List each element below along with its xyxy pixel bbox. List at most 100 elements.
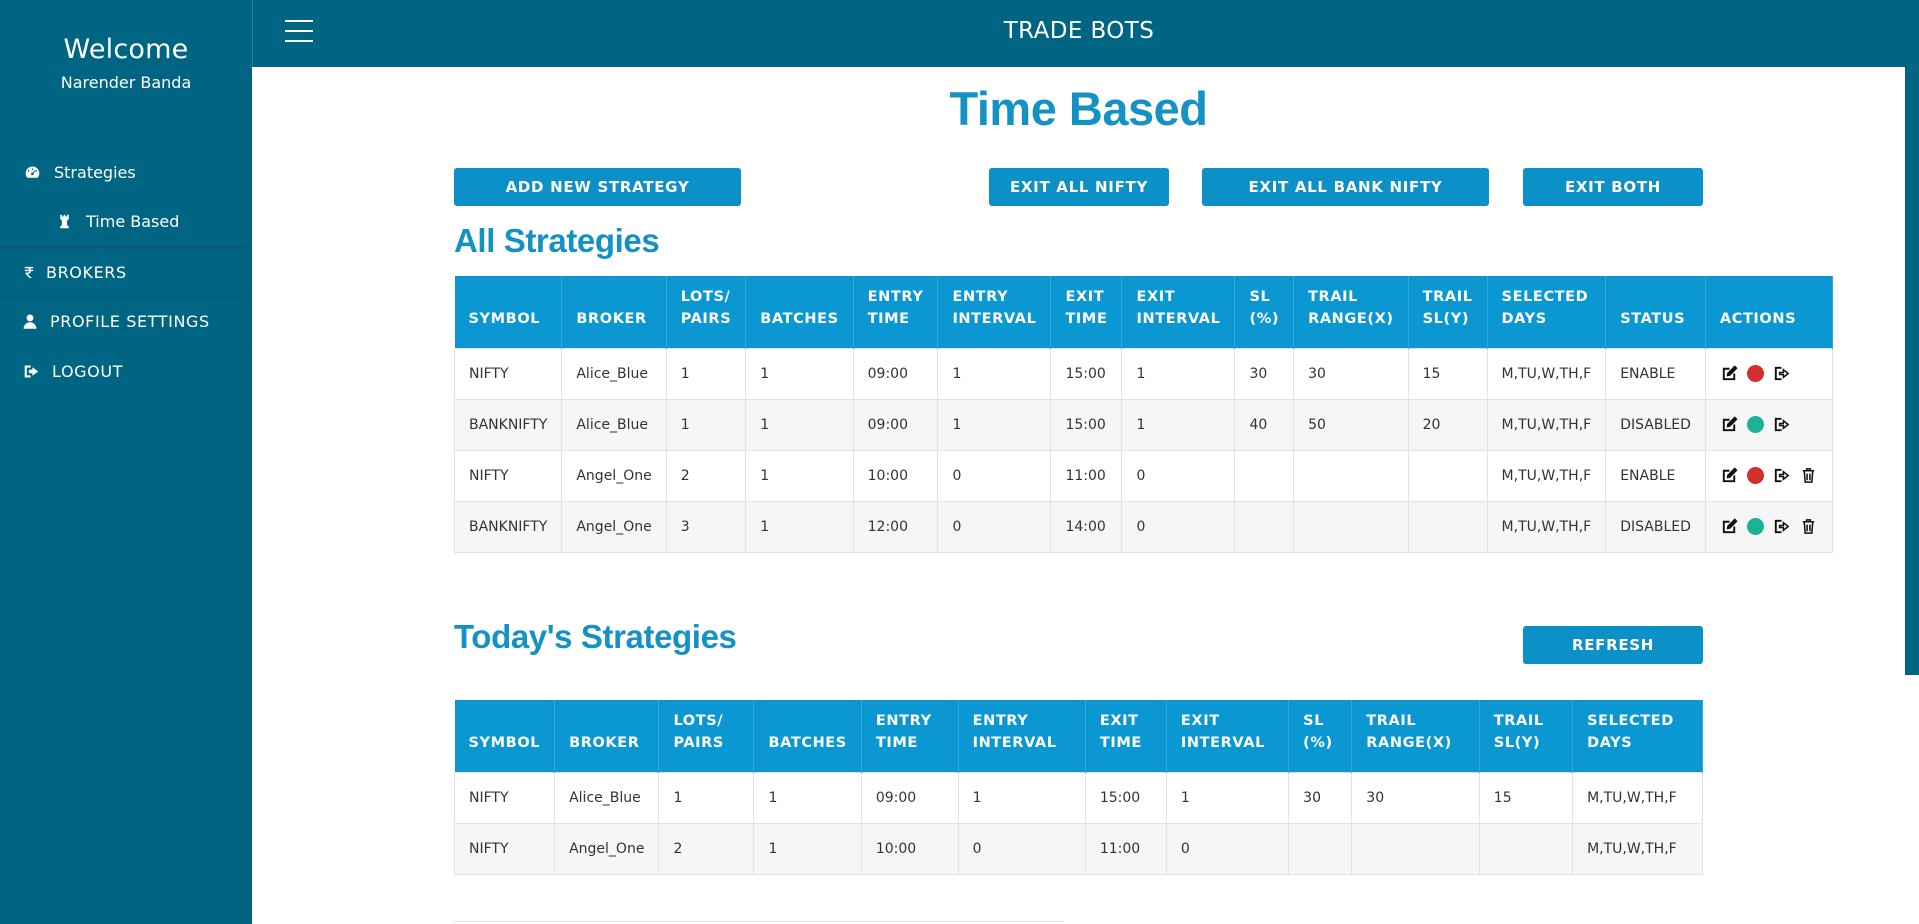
- trash-icon[interactable]: [1799, 517, 1818, 536]
- row-actions: [1720, 415, 1818, 434]
- sidebar-item-profile-settings[interactable]: PROFILE SETTINGS: [0, 297, 252, 347]
- column-header-line: BROKER: [576, 310, 647, 327]
- column-header: SELECTED DAYS: [1487, 276, 1607, 348]
- sidebar-item-label: Time Based: [86, 212, 180, 231]
- page-title: Time Based: [949, 82, 1208, 135]
- trash-icon[interactable]: [1799, 466, 1818, 485]
- column-header-line: DAYS: [1587, 734, 1633, 751]
- column-header-line: INTERVAL: [952, 310, 1037, 327]
- table-cell: 2: [658, 822, 755, 875]
- column-header-line: TRAIL: [1366, 712, 1417, 729]
- table-cell: BANKNIFTY: [453, 398, 563, 451]
- column-header: EXIT TIME: [1050, 276, 1123, 348]
- column-header-line: BROKER: [569, 734, 640, 751]
- refresh-button[interactable]: REFRESH: [1523, 626, 1703, 664]
- table-cell: 0: [1121, 449, 1236, 502]
- table-cell: 15:00: [1084, 771, 1167, 824]
- column-header-line: LOTS/: [673, 712, 724, 729]
- table-cell: 15:00: [1050, 398, 1123, 451]
- table-cell: NIFTY: [453, 771, 556, 824]
- edit-icon[interactable]: [1720, 517, 1739, 536]
- column-header-line: LOTS/: [680, 288, 731, 305]
- column-header-line: ENTRY: [972, 712, 1029, 729]
- column-header-line: SL: [1249, 288, 1271, 305]
- column-header: ACTIONS: [1705, 276, 1833, 348]
- edit-icon[interactable]: [1720, 415, 1739, 434]
- edit-icon[interactable]: [1720, 466, 1739, 485]
- user-icon: [22, 313, 38, 331]
- table-cell: Alice_Blue: [561, 347, 667, 400]
- table-cell: M,TU,W,TH,F: [1572, 822, 1703, 875]
- table-cell: 3: [665, 500, 747, 553]
- column-header-line: SL(Y): [1422, 310, 1470, 327]
- column-header-line: EXIT: [1099, 712, 1139, 729]
- column-header: SL (%): [1234, 276, 1295, 348]
- table-row: BANKNIFTY Alice_Blue 1 1 09:00 1 15:00 1 40 50 20 M…: [453, 398, 1833, 451]
- column-header: EXIT TIME: [1085, 700, 1167, 772]
- column-header-line: BATCHES: [760, 310, 839, 327]
- table-cell: DISABLED: [1605, 500, 1706, 553]
- row-actions: [1720, 466, 1818, 485]
- actions-cell: [1704, 449, 1833, 502]
- table-cell: ENABLE: [1605, 347, 1706, 400]
- status-toggle-icon[interactable]: [1746, 365, 1764, 382]
- exit-all-nifty-button[interactable]: EXIT ALL NIFTY: [989, 168, 1169, 206]
- table-cell: 1: [665, 398, 747, 451]
- column-header-line: INTERVAL: [1136, 310, 1221, 327]
- edit-icon[interactable]: [1720, 364, 1739, 383]
- table-cell: [1234, 449, 1295, 502]
- table-cell: 1: [937, 398, 1052, 451]
- table-cell: 1: [937, 347, 1052, 400]
- table-cell: Angel_One: [554, 822, 660, 875]
- exit-all-bank-nifty-button[interactable]: EXIT ALL BANK NIFTY: [1202, 168, 1489, 206]
- exit-icon[interactable]: [1772, 517, 1791, 536]
- exit-icon[interactable]: [1772, 415, 1791, 434]
- add-new-strategy-button[interactable]: ADD NEW STRATEGY: [454, 168, 741, 206]
- column-header-line: (%): [1249, 310, 1280, 327]
- table-cell: 1: [665, 347, 747, 400]
- main-content: Time Based ADD NEW STRATEGY EXIT ALL NIF…: [252, 67, 1905, 924]
- exit-icon[interactable]: [1772, 364, 1791, 383]
- table-cell: Angel_One: [561, 500, 667, 553]
- table-cell: 15:00: [1050, 347, 1123, 400]
- sidebar-item-label: BROKERS: [46, 262, 127, 282]
- user-name: Narender Banda: [60, 73, 192, 92]
- exit-both-button[interactable]: EXIT BOTH: [1523, 168, 1703, 206]
- table-row: NIFTY Angel_One 2 1 10:00 0 11:00 0 M,TU,W,TH,F E…: [453, 449, 1833, 502]
- table-cell: 30: [1288, 771, 1353, 824]
- sidebar-item-strategies[interactable]: Strategies: [0, 147, 252, 197]
- table-cell: 1: [753, 771, 862, 824]
- sidebar-item-brokers[interactable]: BROKERS: [0, 247, 252, 297]
- status-toggle-icon[interactable]: [1746, 416, 1764, 433]
- column-header-line: TIME: [1065, 310, 1108, 327]
- table-cell: 40: [1234, 398, 1295, 451]
- column-header-line: PAIRS: [673, 734, 724, 751]
- status-toggle-icon[interactable]: [1746, 518, 1764, 535]
- table-cell: 09:00: [852, 398, 939, 451]
- table-cell: 11:00: [1084, 822, 1167, 875]
- table-cell: Alice_Blue: [554, 771, 660, 824]
- table-cell: Angel_One: [561, 449, 667, 502]
- column-header-line: TIME: [867, 310, 910, 327]
- table-cell: 0: [1121, 500, 1236, 553]
- column-header-line: INTERVAL: [972, 734, 1057, 751]
- column-header: SELECTED DAYS: [1572, 700, 1703, 772]
- sidebar-item-logout[interactable]: LOGOUT: [0, 347, 252, 397]
- table-cell: 1: [1121, 347, 1236, 400]
- table-cell: 1: [745, 449, 854, 502]
- sidebar: Welcome Narender Banda Strategies Time B…: [0, 0, 252, 924]
- column-header-line: EXIT: [1065, 288, 1105, 305]
- column-header-line: TRAIL: [1422, 288, 1473, 305]
- column-header-line: STATUS: [1620, 310, 1686, 327]
- sidebar-item-time-based[interactable]: Time Based: [0, 197, 252, 247]
- table-cell: 0: [937, 449, 1052, 502]
- column-header-line: INTERVAL: [1180, 734, 1265, 751]
- table-cell: 1: [1165, 771, 1290, 824]
- table-cell: 12:00: [852, 500, 939, 553]
- scrollbar-thumb[interactable]: [1905, 67, 1919, 675]
- table-cell: 20: [1407, 398, 1488, 451]
- status-toggle-icon[interactable]: [1746, 467, 1764, 484]
- actions-cell: [1704, 398, 1833, 451]
- exit-icon[interactable]: [1772, 466, 1791, 485]
- column-header-line: ENTRY: [875, 712, 932, 729]
